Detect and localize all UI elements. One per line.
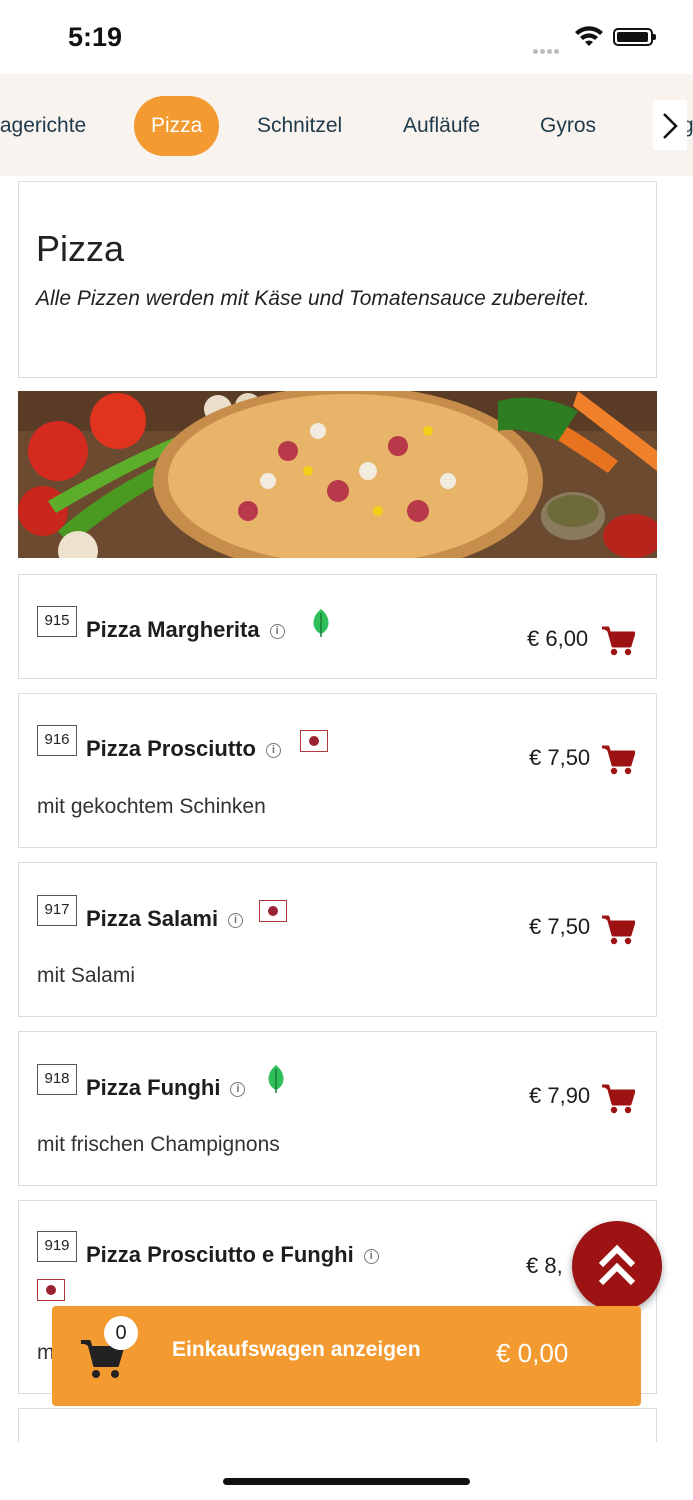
- status-time: 5:19: [68, 22, 123, 52]
- item-description: mit Salami: [37, 964, 136, 987]
- section-header-card: Pizza Alle Pizzen werden mit Käse und To…: [18, 181, 657, 378]
- double-chevron-up-icon: [598, 1244, 636, 1286]
- item-price: € 7,50: [529, 745, 591, 770]
- add-to-cart-icon[interactable]: [601, 1083, 635, 1115]
- scroll-to-top-button[interactable]: [572, 1221, 662, 1311]
- info-icon[interactable]: i: [363, 1248, 379, 1264]
- item-name-text: Pizza Funghi: [86, 1075, 221, 1100]
- info-icon[interactable]: i: [230, 1081, 246, 1097]
- info-icon[interactable]: i: [228, 912, 244, 928]
- item-name-text: Pizza Prosciutto e Funghi: [86, 1242, 354, 1267]
- battery-icon: [613, 28, 656, 46]
- add-to-cart-icon[interactable]: [601, 914, 635, 946]
- item-name-text: Pizza Prosciutto: [86, 736, 256, 761]
- vegetarian-leaf-icon: [268, 1065, 284, 1093]
- item-number: 917: [37, 895, 77, 926]
- item-number: 919: [37, 1231, 77, 1262]
- category-bar: tagerichte Pizza Schnitzel Aufläufe Gyro…: [0, 74, 693, 176]
- category-tab-schnitzel[interactable]: Schnitzel: [257, 96, 342, 156]
- menu-item-card[interactable]: 916 Pizza Prosciutto i € 7,50 mit gekocht…: [18, 693, 657, 848]
- bottom-safe-area: [0, 1442, 693, 1500]
- meat-icon: [37, 1279, 65, 1301]
- add-to-cart-icon[interactable]: [601, 744, 635, 776]
- info-icon[interactable]: i: [265, 742, 281, 758]
- item-number: 915: [37, 606, 77, 637]
- cart-count-badge: 0: [104, 1316, 138, 1350]
- menu-item-card[interactable]: 915 Pizza Margherita i € 6,00: [18, 574, 657, 679]
- item-name: Pizza Funghi i: [86, 1075, 246, 1101]
- home-indicator: [223, 1478, 470, 1485]
- cart-total: € 0,00: [496, 1338, 569, 1368]
- menu-item-card[interactable]: 917 Pizza Salami i € 7,50 mit Salami: [18, 862, 657, 1017]
- status-bar: 5:19: [0, 0, 693, 74]
- signal-icon: [533, 41, 561, 59]
- meat-icon: [259, 900, 287, 922]
- chevron-right-icon: [663, 113, 678, 139]
- item-name-text: Pizza Salami: [86, 906, 219, 931]
- view-cart-label: Einkaufswagen anzeigen: [172, 1338, 421, 1361]
- item-number: 916: [37, 725, 77, 756]
- item-name: Pizza Salami i: [86, 906, 244, 932]
- item-name: Pizza Margherita i: [86, 617, 285, 643]
- item-price: € 7,90: [529, 1083, 591, 1108]
- item-number: 918: [37, 1064, 77, 1095]
- section-description: Alle Pizzen werden mit Käse und Tomatens…: [36, 287, 590, 310]
- item-name: Pizza Prosciutto i: [86, 736, 281, 762]
- info-icon[interactable]: i: [269, 623, 285, 639]
- item-name-text: Pizza Margherita: [86, 617, 260, 642]
- category-tab-auflaeufe[interactable]: Aufläufe: [403, 96, 480, 156]
- section-title: Pizza: [36, 228, 125, 269]
- wifi-icon: [575, 26, 603, 46]
- item-description: mit gekochtem Schinken: [37, 795, 266, 818]
- category-tab-gyros[interactable]: Gyros: [540, 96, 596, 156]
- vegetarian-leaf-icon: [313, 609, 329, 637]
- item-name: Pizza Prosciutto e Funghi i: [86, 1242, 379, 1268]
- category-tab-pizza[interactable]: Pizza: [134, 96, 220, 156]
- item-description: mit frischen Champignons: [37, 1133, 280, 1156]
- menu-item-card[interactable]: 918 Pizza Funghi i € 7,90 mit frischen Ch…: [18, 1031, 657, 1186]
- meat-icon: [300, 730, 328, 752]
- item-price: € 8,: [526, 1253, 563, 1278]
- category-scroll-right-button[interactable]: [653, 100, 687, 150]
- item-price: € 6,00: [527, 626, 589, 651]
- category-tab-tagesgerichte[interactable]: tagerichte: [0, 96, 86, 156]
- pizza-banner-image: [18, 391, 657, 558]
- add-to-cart-icon[interactable]: [601, 625, 635, 657]
- view-cart-button[interactable]: 0 Einkaufswagen anzeigen € 0,00: [52, 1306, 641, 1406]
- item-price: € 7,50: [529, 914, 591, 939]
